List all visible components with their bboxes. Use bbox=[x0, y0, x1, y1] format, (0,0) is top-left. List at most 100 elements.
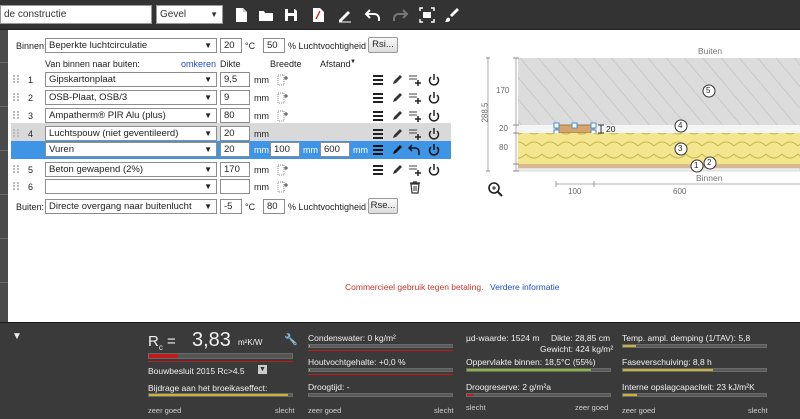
chevron-down-icon[interactable]: ▼ bbox=[350, 59, 356, 65]
power-icon[interactable] bbox=[427, 127, 441, 141]
collapse-icon[interactable]: ▼ bbox=[12, 331, 22, 342]
drag-handle-icon[interactable] bbox=[13, 111, 19, 119]
fit-screen-icon[interactable] bbox=[418, 6, 436, 24]
layer-material-select[interactable]: Gipskartonplaat ▼ bbox=[45, 72, 217, 87]
zoom-icon[interactable] bbox=[488, 182, 503, 197]
insert-layer-icon[interactable] bbox=[408, 73, 422, 87]
drag-handle-icon[interactable] bbox=[13, 129, 19, 137]
scale-good: zeer goed bbox=[308, 406, 342, 415]
heat-capacity-label: Interne opslagcapaciteit: 23 kJ/m²K bbox=[622, 382, 755, 392]
outside-humidity-unit: % Luchtvochtigheid bbox=[288, 202, 367, 212]
brush-icon[interactable] bbox=[443, 6, 461, 24]
insert-layer-icon[interactable] bbox=[408, 127, 422, 141]
construction-name-input[interactable]: de constructie bbox=[0, 5, 152, 24]
outside-humidity-input[interactable]: 80 bbox=[263, 199, 285, 214]
drag-handle-icon[interactable] bbox=[13, 75, 19, 83]
power-icon[interactable] bbox=[427, 109, 441, 123]
outside-temp-input[interactable]: -5 bbox=[220, 199, 242, 214]
menu-icon[interactable] bbox=[371, 73, 385, 87]
layer-number: 6 bbox=[28, 182, 34, 192]
insert-layer-icon[interactable] bbox=[408, 109, 422, 123]
edit-icon[interactable] bbox=[390, 109, 404, 123]
menu-icon[interactable] bbox=[371, 143, 385, 157]
layer-thickness-input[interactable]: 80 bbox=[220, 108, 250, 123]
reverse-link[interactable]: omkeren bbox=[181, 59, 216, 69]
add-stud-icon[interactable] bbox=[276, 91, 290, 105]
save-icon[interactable] bbox=[282, 6, 300, 24]
edit-icon[interactable] bbox=[390, 143, 404, 157]
stud-width-input[interactable]: 100 bbox=[270, 142, 300, 157]
layer-material-select[interactable]: Beton gewapend (2%) ▼ bbox=[45, 162, 217, 177]
trash-icon[interactable] bbox=[408, 180, 422, 194]
chevron-down-icon[interactable]: ▼ bbox=[258, 365, 267, 374]
layer-material-select[interactable]: Luchtspouw (niet geventileerd) ▼ bbox=[45, 126, 217, 141]
air-gap-dim: 20 bbox=[499, 124, 508, 133]
insert-layer-icon[interactable] bbox=[408, 91, 422, 105]
outside-condition-select[interactable]: Directe overgang naar buitenlucht ▼ bbox=[45, 199, 217, 214]
open-folder-icon[interactable] bbox=[257, 6, 275, 24]
add-stud-icon[interactable] bbox=[276, 180, 290, 194]
inside-humidity-input[interactable]: 50 bbox=[263, 38, 285, 53]
stud-handle[interactable] bbox=[571, 122, 578, 129]
temp-damping-label: Temp. ampl. demping (1/TAV): 5,8 bbox=[622, 333, 751, 343]
edit-icon[interactable] bbox=[390, 73, 404, 87]
edit-icon[interactable] bbox=[390, 91, 404, 105]
menu-icon[interactable] bbox=[371, 109, 385, 123]
stud-distance-input[interactable]: 600 bbox=[320, 142, 350, 157]
edit-icon[interactable] bbox=[390, 163, 404, 177]
power-icon[interactable] bbox=[427, 163, 441, 177]
layer-thickness-input[interactable]: 9,5 bbox=[220, 72, 250, 87]
edit-icon[interactable] bbox=[390, 127, 404, 141]
stud-thickness-input[interactable]: 20 bbox=[220, 142, 250, 157]
rse-button[interactable]: Rse... bbox=[368, 198, 398, 214]
power-icon[interactable] bbox=[427, 143, 441, 157]
rsi-button[interactable]: Rsi... bbox=[368, 37, 398, 53]
inside-condition-select[interactable]: Beperkte luchtcirculatie ▼ bbox=[45, 38, 217, 53]
stud-handle[interactable] bbox=[590, 122, 597, 129]
layer-number: 5 bbox=[28, 165, 34, 175]
thickness-unit: mm bbox=[254, 93, 269, 103]
redo-icon[interactable] bbox=[391, 6, 409, 24]
drag-handle-icon[interactable] bbox=[13, 165, 19, 173]
wrench-icon[interactable]: 🔧 bbox=[284, 333, 298, 346]
layer-thickness-input[interactable] bbox=[220, 179, 250, 194]
stud-material-select[interactable]: Vuren ▼ bbox=[45, 142, 217, 157]
condensate-bar bbox=[308, 344, 453, 348]
signature-icon[interactable] bbox=[336, 6, 354, 24]
rc-label: Rc = bbox=[148, 333, 176, 352]
menu-icon[interactable] bbox=[371, 91, 385, 105]
power-icon[interactable] bbox=[427, 91, 441, 105]
condensate-label: Condenswater: 0 kg/m² bbox=[308, 333, 396, 343]
pdf-icon[interactable] bbox=[309, 6, 327, 24]
layer-number: 1 bbox=[28, 75, 34, 85]
layer-material-select[interactable]: Ampatherm® PIR Alu (plus) ▼ bbox=[45, 108, 217, 123]
power-icon[interactable] bbox=[427, 73, 441, 87]
menu-icon[interactable] bbox=[371, 127, 385, 141]
stud-distance-dim: 600 bbox=[673, 187, 687, 196]
remove-stud-icon[interactable] bbox=[408, 143, 422, 157]
layer-thickness-input[interactable]: 9 bbox=[220, 90, 250, 105]
drying-reserve-bar bbox=[466, 393, 611, 397]
add-stud-icon[interactable] bbox=[276, 73, 290, 87]
thickness-unit: mm bbox=[254, 182, 269, 192]
layer-material-select[interactable]: OSB-Plaat, OSB/3 ▼ bbox=[45, 90, 217, 105]
wood-moisture-label: Houtvochtgehalte: +0,0 % bbox=[308, 357, 406, 367]
inside-temp-input[interactable]: 20 bbox=[220, 38, 242, 53]
layer-thickness-input[interactable]: 170 bbox=[220, 162, 250, 177]
undo-icon[interactable] bbox=[364, 6, 382, 24]
add-stud-icon[interactable] bbox=[276, 109, 290, 123]
stud-handle[interactable] bbox=[553, 122, 560, 129]
gypsum-layer bbox=[517, 167, 800, 172]
construction-type-select[interactable]: Gevel ▼ bbox=[156, 5, 223, 24]
insert-layer-icon[interactable] bbox=[408, 163, 422, 177]
layer-marker-5: 5 bbox=[706, 86, 711, 95]
layer-thickness-input[interactable]: 20 bbox=[220, 126, 250, 141]
layer-material-select[interactable]: ▼ bbox=[45, 179, 217, 194]
menu-icon[interactable] bbox=[371, 163, 385, 177]
add-stud-icon[interactable] bbox=[276, 163, 290, 177]
chevron-down-icon: ▼ bbox=[204, 165, 212, 174]
toolbar: de constructie Gevel ▼ bbox=[0, 0, 800, 30]
new-file-icon[interactable] bbox=[232, 6, 250, 24]
drag-handle-icon[interactable] bbox=[13, 182, 19, 190]
drag-handle-icon[interactable] bbox=[13, 93, 19, 101]
